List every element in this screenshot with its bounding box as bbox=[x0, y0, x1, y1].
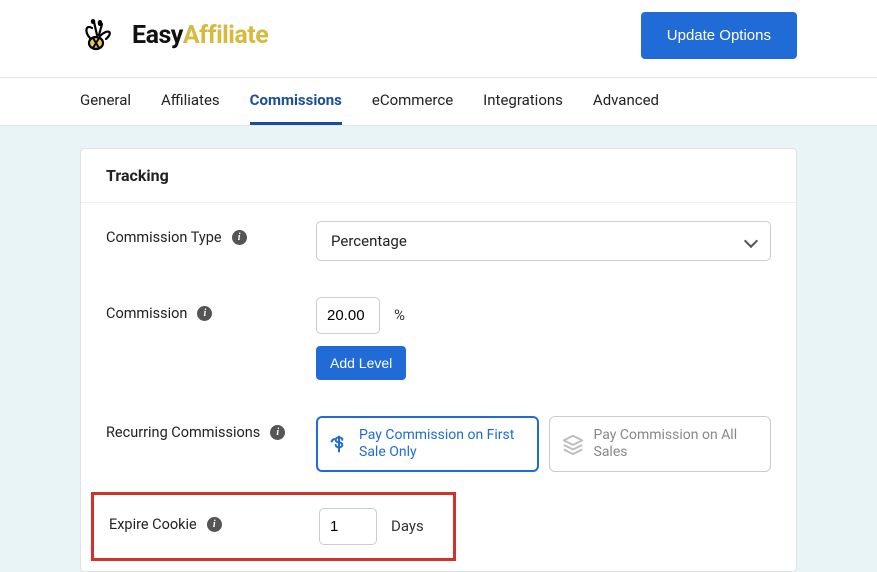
expire-cookie-input[interactable] bbox=[319, 508, 377, 545]
commission-input[interactable] bbox=[316, 297, 380, 334]
tab-ecommerce[interactable]: eCommerce bbox=[372, 78, 453, 125]
recurring-all-sales-text: Pay Commission on All Sales bbox=[594, 427, 759, 461]
recurring-label: Recurring Commissions bbox=[106, 424, 260, 441]
commission-type-label-wrap: Commission Type i bbox=[106, 221, 316, 246]
tab-integrations[interactable]: Integrations bbox=[483, 78, 563, 125]
info-icon[interactable]: i bbox=[207, 517, 222, 532]
tab-general[interactable]: General bbox=[80, 78, 131, 125]
expire-cookie-label: Expire Cookie bbox=[109, 516, 197, 533]
commission-type-control: Percentage bbox=[316, 221, 771, 261]
dollar-icon bbox=[329, 434, 349, 454]
commission-input-wrap: % bbox=[316, 297, 771, 334]
add-level-button[interactable]: Add Level bbox=[316, 346, 406, 380]
bee-icon bbox=[80, 16, 126, 56]
tab-commissions[interactable]: Commissions bbox=[250, 78, 342, 125]
commission-label: Commission bbox=[106, 305, 187, 322]
tracking-card: Tracking Commission Type i Percentage Co… bbox=[80, 148, 797, 572]
commission-control: % Add Level bbox=[316, 297, 771, 380]
commission-type-row: Commission Type i Percentage bbox=[81, 203, 796, 279]
chevron-down-icon bbox=[746, 232, 756, 250]
logo-text-affiliate: Affiliate bbox=[183, 21, 268, 50]
commission-type-label: Commission Type bbox=[106, 229, 222, 246]
tab-advanced[interactable]: Advanced bbox=[593, 78, 659, 125]
card-title: Tracking bbox=[81, 149, 796, 203]
commission-label-wrap: Commission i bbox=[106, 297, 316, 322]
recurring-label-wrap: Recurring Commissions i bbox=[106, 416, 316, 441]
info-icon[interactable]: i bbox=[270, 425, 285, 440]
info-icon[interactable]: i bbox=[232, 230, 247, 245]
info-icon[interactable]: i bbox=[197, 306, 212, 321]
logo-text-easy: Easy bbox=[132, 21, 183, 50]
logo: EasyAffiliate bbox=[80, 16, 268, 56]
update-options-button[interactable]: Update Options bbox=[641, 12, 797, 59]
commission-type-value: Percentage bbox=[331, 232, 407, 250]
commission-row: Commission i % Add Level bbox=[81, 279, 796, 398]
commission-type-select[interactable]: Percentage bbox=[316, 221, 771, 261]
header-bar: EasyAffiliate Update Options bbox=[0, 0, 877, 78]
recurring-row: Recurring Commissions i Pay Commission o… bbox=[81, 398, 796, 490]
commission-unit: % bbox=[394, 306, 405, 324]
layers-icon bbox=[562, 433, 584, 455]
expire-cookie-unit: Days bbox=[391, 517, 424, 535]
recurring-first-sale-option[interactable]: Pay Commission on First Sale Only bbox=[316, 416, 539, 472]
expire-cookie-control: Days bbox=[319, 508, 438, 545]
expire-cookie-row: Expire Cookie i Days bbox=[91, 492, 456, 561]
expire-cookie-label-wrap: Expire Cookie i bbox=[109, 508, 319, 533]
logo-text: EasyAffiliate bbox=[132, 21, 268, 50]
recurring-first-sale-text: Pay Commission on First Sale Only bbox=[359, 427, 526, 461]
tab-affiliates[interactable]: Affiliates bbox=[161, 78, 220, 125]
recurring-control: Pay Commission on First Sale Only Pay Co… bbox=[316, 416, 771, 472]
tabs-bar: General Affiliates Commissions eCommerce… bbox=[0, 78, 877, 126]
recurring-all-sales-option[interactable]: Pay Commission on All Sales bbox=[549, 416, 772, 472]
